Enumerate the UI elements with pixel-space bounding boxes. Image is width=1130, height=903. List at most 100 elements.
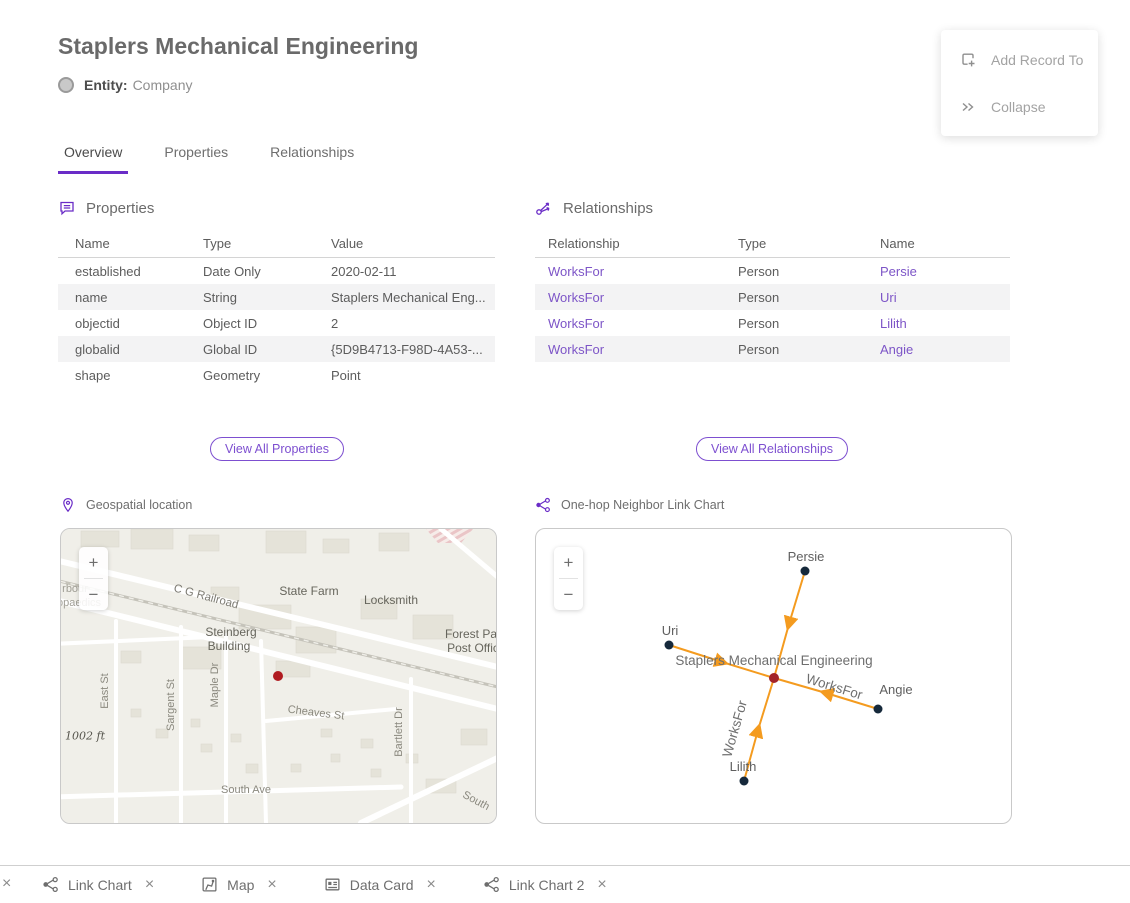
view-all-relationships-button[interactable]: View All Relationships xyxy=(696,437,848,461)
table-row: WorksFor Person Persie xyxy=(535,258,1010,284)
link-chart-icon xyxy=(535,497,551,513)
node-label: Persie xyxy=(788,549,825,564)
node-center[interactable] xyxy=(769,673,779,683)
map-zoom-control: + − xyxy=(79,547,108,610)
map-label-bartlett-dr: Bartlett Dr xyxy=(393,707,405,757)
workspace-tab-label: Data Card xyxy=(350,877,414,893)
workspace-tab-label: Map xyxy=(227,877,254,893)
table-row: WorksFor Person Lilith xyxy=(535,310,1010,336)
relationships-table: Relationship Type Name WorksFor Person P… xyxy=(535,229,1010,362)
menu-item-label: Collapse xyxy=(991,99,1045,115)
link-chart-canvas[interactable]: Persie Uri Angie Lilith Staplers Mechani… xyxy=(535,528,1012,824)
relationships-icon xyxy=(535,199,553,217)
workspace-tab-label: Link Chart xyxy=(68,877,132,893)
prop-value: Staplers Mechanical Eng... xyxy=(331,290,495,305)
map-feature-marker[interactable] xyxy=(273,671,283,681)
prop-value: Point xyxy=(331,368,495,383)
map-label-south-ave: South Ave xyxy=(221,784,271,796)
close-icon[interactable]: × xyxy=(427,877,436,893)
prop-type: Global ID xyxy=(203,342,331,357)
prop-name: established xyxy=(58,264,203,279)
prop-type: Geometry xyxy=(203,368,331,383)
entity-label: Entity: xyxy=(84,77,128,93)
relationship-link[interactable]: WorksFor xyxy=(535,290,738,305)
zoom-in-button[interactable]: + xyxy=(79,547,108,578)
rel-type: Person xyxy=(738,264,880,279)
entity-dot-icon xyxy=(58,77,74,93)
link-chart-icon xyxy=(42,876,59,893)
table-row[interactable]: established Date Only 2020-02-11 xyxy=(58,258,495,284)
zoom-out-button[interactable]: − xyxy=(554,579,583,610)
close-icon[interactable]: × xyxy=(145,877,154,893)
workspace-tab-link-chart-2[interactable]: Link Chart 2 × xyxy=(483,876,607,893)
collapse-icon xyxy=(959,98,977,116)
prop-value: 2 xyxy=(331,316,495,331)
view-all-properties-button[interactable]: View All Properties xyxy=(210,437,344,461)
table-row[interactable]: name String Staplers Mechanical Eng... xyxy=(58,284,495,310)
node-uri[interactable] xyxy=(665,641,674,650)
link-chart-icon xyxy=(483,876,500,893)
relationship-link[interactable]: WorksFor xyxy=(535,264,738,279)
column-header: Relationship xyxy=(535,236,738,251)
close-icon[interactable]: × xyxy=(597,877,606,893)
tab-relationships[interactable]: Relationships xyxy=(264,144,360,174)
entity-link[interactable]: Angie xyxy=(880,342,1010,357)
section-title: One-hop Neighbor Link Chart xyxy=(561,498,724,512)
link-chart-header: One-hop Neighbor Link Chart xyxy=(535,497,724,513)
rel-type: Person xyxy=(738,290,880,305)
relationships-section: Relationships Relationship Type Name Wor… xyxy=(535,197,1010,362)
zoom-in-button[interactable]: + xyxy=(554,547,583,578)
tab-overview[interactable]: Overview xyxy=(58,144,128,174)
relationship-link[interactable]: WorksFor xyxy=(535,316,738,331)
edge-label: WorksFor xyxy=(804,671,865,703)
node-label: Angie xyxy=(879,682,912,697)
prop-value: 2020-02-11 xyxy=(331,264,495,279)
entity-link[interactable]: Persie xyxy=(880,264,1010,279)
relationship-link[interactable]: WorksFor xyxy=(535,342,738,357)
node-lilith[interactable] xyxy=(740,777,749,786)
table-row[interactable]: objectid Object ID 2 xyxy=(58,310,495,336)
table-row: WorksFor Person Angie xyxy=(535,336,1010,362)
entity-type: Company xyxy=(133,77,193,93)
map-icon xyxy=(201,876,218,893)
map-canvas[interactable]: rbour opaedics C G Railroad State Farm L… xyxy=(60,528,497,824)
close-icon[interactable]: × xyxy=(2,876,11,892)
entity-link[interactable]: Uri xyxy=(880,290,1010,305)
node-label: Uri xyxy=(662,623,679,638)
section-title: Properties xyxy=(86,200,154,217)
table-row[interactable]: globalid Global ID {5D9B4713-F98D-4A53-.… xyxy=(58,336,495,362)
entity-link[interactable]: Lilith xyxy=(880,316,1010,331)
add-record-icon xyxy=(959,51,977,69)
close-icon[interactable]: × xyxy=(267,877,276,893)
context-menu: Add Record To Collapse xyxy=(941,30,1098,136)
column-header: Value xyxy=(331,236,495,251)
prop-name: objectid xyxy=(58,316,203,331)
tab-bar: Overview Properties Relationships xyxy=(58,144,390,174)
map-label-maple-dr: Maple Dr xyxy=(209,663,221,708)
data-card-icon xyxy=(324,876,341,893)
map-label-sargent-st: Sargent St xyxy=(165,679,177,731)
rel-type: Person xyxy=(738,342,880,357)
workspace-tab-link-chart[interactable]: Link Chart × xyxy=(42,876,154,893)
prop-name: shape xyxy=(58,368,203,383)
node-label: Lilith xyxy=(730,759,757,774)
map-label-forest-park: Post Offic xyxy=(447,641,497,655)
menu-item-collapse[interactable]: Collapse xyxy=(941,83,1098,130)
zoom-out-button[interactable]: − xyxy=(79,579,108,610)
table-row[interactable]: shape Geometry Point xyxy=(58,362,495,388)
tab-properties[interactable]: Properties xyxy=(158,144,234,174)
center-node-label: Staplers Mechanical Engineering xyxy=(675,653,872,668)
menu-item-add-record-to[interactable]: Add Record To xyxy=(941,36,1098,83)
column-header: Name xyxy=(880,236,1010,251)
map-pin-icon xyxy=(60,497,76,513)
node-persie[interactable] xyxy=(801,567,810,576)
column-header: Name xyxy=(58,236,203,251)
workspace-tab-map[interactable]: Map × xyxy=(201,876,277,893)
column-header: Type xyxy=(203,236,331,251)
properties-table: Name Type Value established Date Only 20… xyxy=(58,229,495,388)
workspace-tab-data-card[interactable]: Data Card × xyxy=(324,876,436,893)
section-title: Geospatial location xyxy=(86,498,192,512)
map-label-forest-park: Forest Par xyxy=(445,627,497,641)
link-chart-graph: Persie Uri Angie Lilith Staplers Mechani… xyxy=(536,529,1011,823)
node-angie[interactable] xyxy=(874,705,883,714)
